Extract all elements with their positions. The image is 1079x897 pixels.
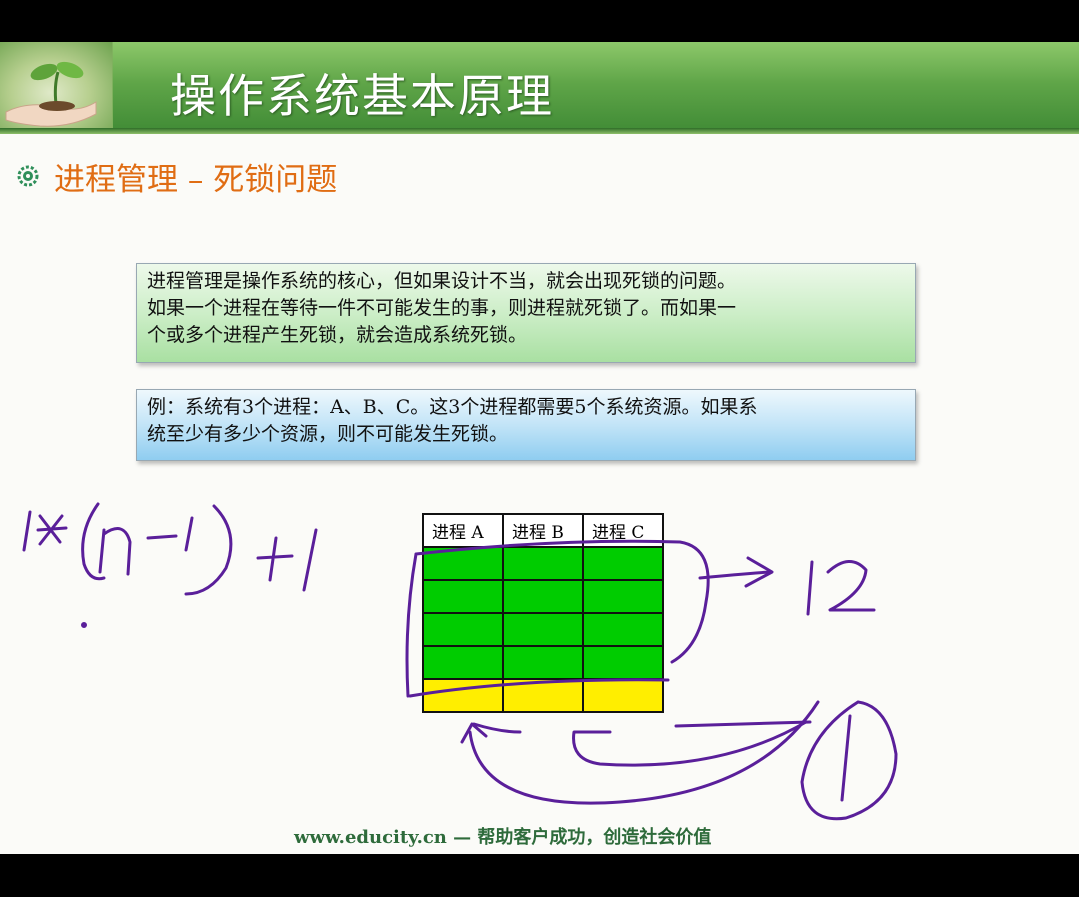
- ink-digit-one-e: [840, 714, 852, 802]
- slide: 操作系统基本原理 进程管理 – 死锁问题 进程管理是操作系统的核心，但如果设计不…: [0, 42, 1079, 854]
- ink-plus: [256, 536, 294, 582]
- ink-digit-two: [826, 560, 876, 612]
- ink-digit-one-c: [302, 528, 318, 592]
- ink-digit-one: [22, 510, 32, 552]
- ink-loop-right: [674, 720, 812, 728]
- ink-underline: [408, 678, 670, 698]
- ink-minus: [146, 534, 178, 540]
- ink-digit-one-d: [806, 560, 814, 616]
- handwriting-annotations: [22, 502, 898, 821]
- ink-letter-n: [98, 527, 132, 576]
- ink-star: [36, 514, 68, 546]
- ink-loop-middle: [572, 720, 808, 767]
- footer-slogan: www.educity.cn — 帮助客户成功，创造社会价值: [294, 827, 712, 848]
- ink-dot: [81, 622, 87, 628]
- ink-digit-one-b: [184, 516, 194, 552]
- ink-bracket: [405, 539, 710, 698]
- ink-loop-left: [468, 700, 820, 805]
